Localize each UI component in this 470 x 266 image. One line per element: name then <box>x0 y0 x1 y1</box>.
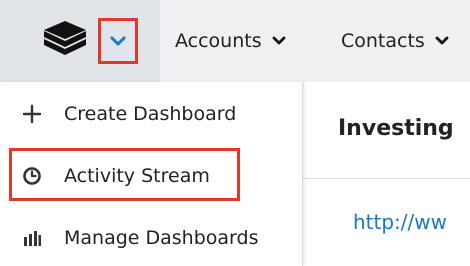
nav-tab-label: Contacts <box>341 30 425 52</box>
chevron-down-icon <box>110 36 126 45</box>
chevron-down-icon <box>435 36 449 45</box>
nav-tab-contacts[interactable]: Contacts <box>341 0 449 82</box>
page-heading: Investing <box>338 116 454 141</box>
stacked-layers-icon <box>44 21 86 55</box>
chevron-down-icon <box>272 36 286 45</box>
highlight-annotation <box>9 148 240 201</box>
url-link[interactable]: http://ww <box>353 210 447 234</box>
plus-icon <box>21 103 43 125</box>
menu-item-manage-dashboards[interactable]: Manage Dashboards <box>0 210 300 266</box>
bar-chart-icon <box>21 227 43 249</box>
logo-menu-toggle-button[interactable] <box>98 18 138 64</box>
menu-item-label: Manage Dashboards <box>64 227 259 249</box>
nav-tab-label: Accounts <box>175 30 262 52</box>
divider <box>303 178 470 179</box>
menu-item-label: Create Dashboard <box>64 103 237 125</box>
menu-item-create-dashboard[interactable]: Create Dashboard <box>0 86 300 142</box>
logo-tile[interactable] <box>0 0 160 82</box>
top-navbar: Accounts Contacts <box>0 0 470 82</box>
nav-tab-accounts[interactable]: Accounts <box>175 0 286 82</box>
